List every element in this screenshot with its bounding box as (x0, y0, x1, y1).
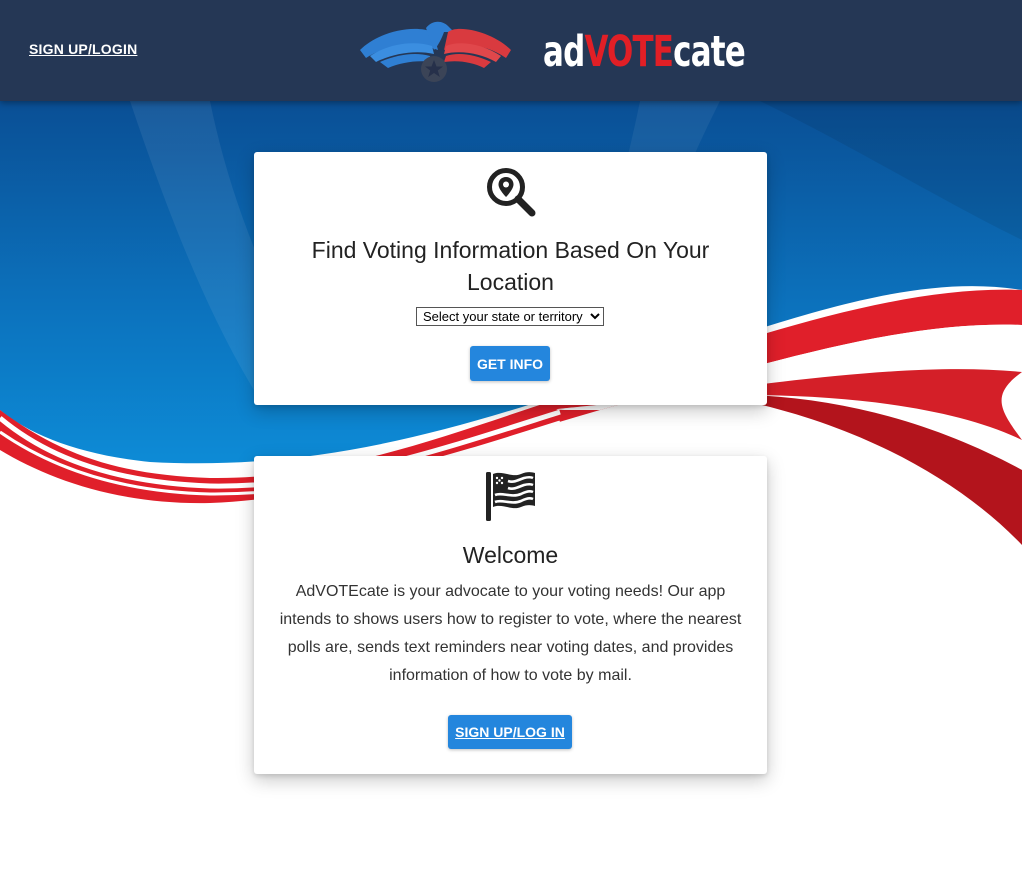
signup-login-button[interactable]: SIGN UP/LOG IN (448, 715, 572, 749)
top-navbar: SIGN UP/LOGIN adVOTEcate (0, 0, 1022, 101)
location-info-card: Find Voting Information Based On Your Lo… (254, 152, 767, 405)
brand-part-cate: cate (673, 27, 746, 77)
welcome-description: AdVOTEcate is your advocate to your voti… (279, 583, 742, 684)
eagle-logo-icon (360, 21, 511, 82)
welcome-card: Welcome AdVOTEcate is your advocate to y… (254, 456, 767, 774)
signup-login-link[interactable]: SIGN UP/LOGIN (29, 41, 137, 57)
location-card-title: Find Voting Information Based On Your Lo… (311, 237, 710, 295)
location-search-icon (486, 168, 535, 217)
brand-part-ad: ad (543, 27, 585, 77)
brand-part-vote: VOTE (584, 27, 674, 77)
get-info-button[interactable]: GET INFO (470, 346, 550, 381)
brand-wordmark: adVOTEcate (543, 24, 746, 80)
state-select[interactable]: Select your state or territory (416, 307, 604, 326)
flag-icon (485, 472, 535, 521)
welcome-title: Welcome (462, 542, 559, 568)
